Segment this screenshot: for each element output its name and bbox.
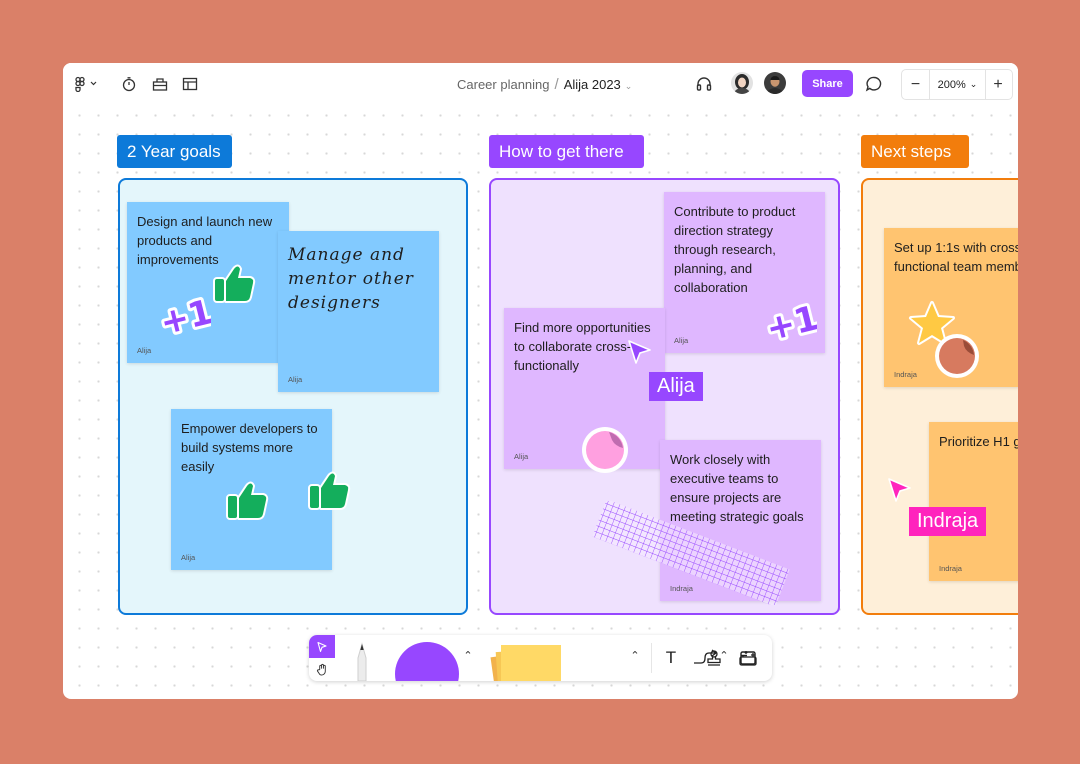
timer-icon[interactable] <box>119 74 139 94</box>
breadcrumb: Career planning / Alija 2023 ⌄ <box>457 76 632 93</box>
cursor-icon <box>886 476 914 509</box>
chevron-down-icon: ⌄ <box>969 79 978 89</box>
zoom-out-button[interactable]: − <box>902 70 929 99</box>
section-title-next[interactable]: Next steps <box>861 135 969 168</box>
plus-one-text: +1 <box>765 298 817 345</box>
comment-icon[interactable] <box>864 74 884 94</box>
sticky-author: Indraja <box>894 370 917 379</box>
templates-icon[interactable] <box>180 74 200 94</box>
figma-menu-icon[interactable] <box>71 74 101 94</box>
sticky-text: Prioritize H1 g <box>939 434 1018 449</box>
thumbs-up-icon[interactable] <box>223 475 271 530</box>
headphones-icon[interactable] <box>694 74 714 94</box>
text-tool-label: T <box>665 648 677 667</box>
cursor-icon <box>626 338 654 371</box>
shape-tool-button[interactable] <box>395 642 459 681</box>
sticky-note-tool-button[interactable] <box>489 641 569 681</box>
breadcrumb-parent[interactable]: Career planning <box>457 77 550 92</box>
zoom-level-select[interactable]: 200% ⌄ <box>929 70 986 99</box>
avatar[interactable] <box>764 72 786 94</box>
sticky-note[interactable]: Prioritize H1 g Indraja <box>929 422 1018 581</box>
thumbs-up-icon[interactable] <box>210 259 258 312</box>
thumbs-up-icon[interactable] <box>305 465 353 520</box>
sticky-author: Alija <box>514 452 529 461</box>
breadcrumb-separator: / <box>554 76 559 93</box>
hand-tool-button[interactable] <box>309 658 335 681</box>
sticky-author: Alija <box>137 346 152 355</box>
more-tools-button[interactable] <box>734 646 762 670</box>
section-title-how[interactable]: How to get there <box>489 135 644 168</box>
chevron-up-icon[interactable]: ⌃ <box>461 647 475 663</box>
zoom-control: − 200% ⌄ + <box>901 69 1013 100</box>
stamp-tool-button[interactable] <box>701 646 727 670</box>
sticky-text-line: Set up 1:1s with cross functional team m… <box>894 240 1018 274</box>
share-button[interactable]: Share <box>802 70 853 97</box>
top-bar: Career planning / Alija 2023 ⌄ Share − 200%… <box>63 63 1018 105</box>
avatar[interactable] <box>731 72 753 94</box>
sticky-author: Alija <box>674 336 689 345</box>
section-title-goals[interactable]: 2 Year goals <box>117 135 232 168</box>
sticky-text: Manage and mentor other designers <box>288 245 414 313</box>
plus-one-sticker[interactable]: +1 <box>759 291 825 352</box>
zoom-in-button[interactable]: + <box>984 70 1012 99</box>
sticky-note[interactable]: Manage and mentor other designers Alija <box>278 231 439 392</box>
sticky-text: Set up 1:1s with cross functional team m… <box>894 238 1018 276</box>
chevron-up-icon[interactable]: ⌃ <box>628 647 642 663</box>
select-tool-button[interactable] <box>309 635 335 658</box>
chevron-down-icon[interactable]: ⌄ <box>625 81 633 91</box>
sticky-author: Alija <box>288 375 303 384</box>
resources-icon[interactable] <box>150 74 170 94</box>
toolbar-divider <box>651 643 652 673</box>
sticky-author: Indraja <box>939 564 962 573</box>
cursor-label-indraja: Indraja <box>909 507 987 536</box>
plus-one-text: +1 <box>159 292 211 339</box>
sticky-text: Empower developers to build systems more… <box>181 421 318 474</box>
zoom-level-value: 200% <box>937 78 966 91</box>
peeling-dot-sticker[interactable] <box>579 424 631 481</box>
cursor-label-alija: Alija <box>649 372 703 401</box>
grid-tape-sticker[interactable] <box>589 499 793 610</box>
plus-one-sticker[interactable]: +1 <box>153 285 219 346</box>
peeling-dot-sticker[interactable] <box>933 332 981 385</box>
sticky-text: Contribute to product direction strategy… <box>674 204 796 295</box>
marker-tool-button[interactable] <box>347 640 377 681</box>
figjam-window: Career planning / Alija 2023 ⌄ Share − 200%… <box>63 63 1018 699</box>
sticky-author: Alija <box>181 553 196 562</box>
file-name[interactable]: Alija 2023 <box>564 77 621 92</box>
text-tool-button[interactable]: T <box>658 646 684 670</box>
